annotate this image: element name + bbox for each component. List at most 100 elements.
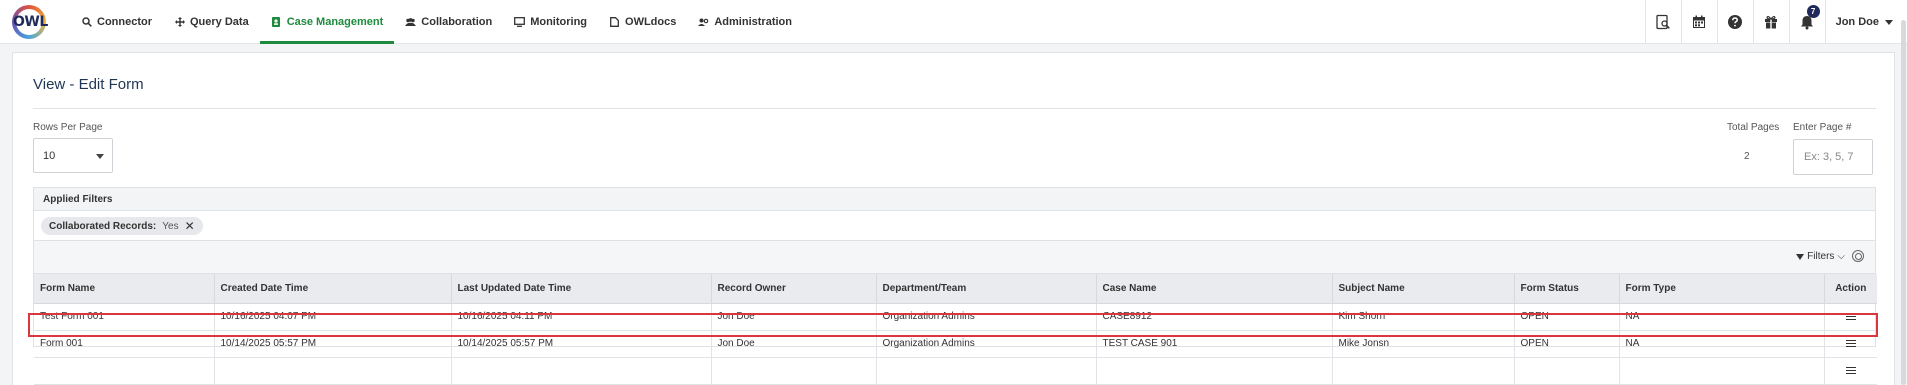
page-title: View - Edit Form bbox=[33, 76, 144, 93]
nav-item-owldocs[interactable]: OWLdocs bbox=[598, 0, 687, 44]
cell-action bbox=[1824, 330, 1877, 358]
report-search-icon bbox=[1656, 14, 1670, 30]
gear-icon[interactable] bbox=[1852, 250, 1864, 262]
nav-item-label: Monitoring bbox=[530, 15, 588, 28]
cell-form-type: NA bbox=[1619, 330, 1825, 358]
user-name: Jon Doe bbox=[1835, 16, 1879, 28]
nav-item-label: Collaboration bbox=[421, 15, 493, 28]
main-nav: Connector Query Data Case Management Col… bbox=[70, 0, 803, 44]
table-row[interactable]: Form 001 10/14/2025 05:57 PM 10/14/2025 … bbox=[34, 330, 1877, 358]
caret-down-icon bbox=[96, 154, 104, 159]
cell-form-name: Test Form 001 bbox=[34, 303, 215, 331]
rows-per-page-value: 10 bbox=[43, 149, 56, 162]
admin-icon bbox=[698, 16, 709, 27]
cell-case-name: TEST CASE 901 bbox=[1096, 330, 1333, 358]
table-row[interactable]: Test Form 001 10/16/2025 04:07 PM 10/16/… bbox=[34, 303, 1877, 331]
nav-item-label: Administration bbox=[714, 15, 792, 28]
applied-filters-chips: Collaborated Records: Yes ✕ bbox=[34, 211, 1875, 241]
table-row[interactable] bbox=[34, 357, 1877, 385]
column-header-subject-name[interactable]: Subject Name bbox=[1332, 274, 1515, 304]
rows-per-page-select[interactable]: 10 bbox=[33, 138, 113, 173]
cell-last-updated-date-time bbox=[451, 357, 712, 385]
cell-subject-name: Mike Jonsn bbox=[1332, 330, 1515, 358]
cell-department-team bbox=[876, 357, 1097, 385]
column-header-case-name[interactable]: Case Name bbox=[1096, 274, 1333, 304]
nav-item-collaboration[interactable]: Collaboration bbox=[394, 0, 503, 44]
hamburger-menu-icon[interactable] bbox=[1845, 339, 1856, 347]
cell-created-date-time: 10/14/2025 05:57 PM bbox=[214, 330, 452, 358]
cell-record-owner: Jon Doe bbox=[711, 303, 877, 331]
cell-form-name: Form 001 bbox=[34, 330, 215, 358]
people-icon bbox=[405, 16, 417, 27]
cell-last-updated-date-time: 10/16/2025 04:11 PM bbox=[451, 303, 712, 331]
table-header-row: Form Name Created Date Time Last Updated… bbox=[34, 274, 1877, 304]
rows-per-page-label: Rows Per Page bbox=[33, 122, 103, 133]
help-icon bbox=[1728, 15, 1743, 29]
total-pages-value: 2 bbox=[1744, 151, 1750, 162]
title-divider bbox=[33, 108, 1876, 109]
column-header-form-type[interactable]: Form Type bbox=[1619, 274, 1825, 304]
nav-item-label: OWLdocs bbox=[625, 15, 677, 28]
cell-form-type: NA bbox=[1619, 303, 1825, 331]
nav-item-connector[interactable]: Connector bbox=[70, 0, 163, 44]
notification-count-badge: 7 bbox=[1806, 5, 1820, 18]
filter-chip-label: Collaborated Records: bbox=[49, 220, 157, 232]
enter-page-input[interactable] bbox=[1793, 139, 1873, 175]
cell-form-status: OPEN bbox=[1514, 330, 1620, 358]
column-header-created-date-time[interactable]: Created Date Time bbox=[214, 274, 452, 304]
page-scrollbar[interactable] bbox=[1901, 20, 1906, 385]
close-icon[interactable]: ✕ bbox=[185, 219, 195, 233]
gift-icon bbox=[1765, 15, 1778, 29]
report-search-button[interactable] bbox=[1644, 0, 1681, 44]
nav-item-administration[interactable]: Administration bbox=[687, 0, 803, 44]
user-menu[interactable]: Jon Doe bbox=[1824, 0, 1907, 44]
person-badge-icon bbox=[271, 16, 282, 27]
cell-record-owner bbox=[711, 357, 877, 385]
cell-form-status: OPEN bbox=[1514, 303, 1620, 331]
chevron-down-icon: ⌵ bbox=[1837, 251, 1845, 262]
search-icon bbox=[81, 16, 92, 27]
applied-filters-panel: Applied Filters Collaborated Records: Ye… bbox=[33, 187, 1877, 385]
filters-button[interactable]: Filters ⌵ bbox=[1796, 251, 1845, 262]
help-button[interactable] bbox=[1716, 0, 1753, 44]
total-pages-label: Total Pages bbox=[1727, 122, 1780, 133]
table-toolbar: Filters ⌵ bbox=[34, 241, 1875, 274]
nav-item-label: Query Data bbox=[190, 15, 249, 28]
column-header-record-owner[interactable]: Record Owner bbox=[711, 274, 877, 304]
cell-record-owner: Jon Doe bbox=[711, 330, 877, 358]
filter-chip-collaborated-records[interactable]: Collaborated Records: Yes ✕ bbox=[41, 217, 203, 235]
hamburger-menu-icon[interactable] bbox=[1845, 312, 1856, 320]
filter-chip-value: Yes bbox=[162, 220, 179, 232]
form-list-card: View - Edit Form Rows Per Page 10 Total … bbox=[12, 52, 1895, 385]
enter-page-label: Enter Page # bbox=[1793, 122, 1852, 133]
column-header-last-updated-date-time[interactable]: Last Updated Date Time bbox=[451, 274, 712, 304]
monitor-icon bbox=[514, 16, 526, 27]
nav-item-monitoring[interactable]: Monitoring bbox=[503, 0, 598, 44]
cell-form-type bbox=[1619, 357, 1825, 385]
notifications-button[interactable]: 7 bbox=[1788, 0, 1825, 44]
cell-case-name bbox=[1096, 357, 1333, 385]
cell-subject-name: Kim Shorn bbox=[1332, 303, 1515, 331]
nav-right-tools: 7 Jon Doe bbox=[1644, 0, 1907, 44]
applied-filters-heading: Applied Filters bbox=[34, 188, 1875, 211]
column-header-department-team[interactable]: Department/Team bbox=[876, 274, 1097, 304]
cell-department-team: Organization Admins bbox=[876, 303, 1097, 331]
cell-action bbox=[1824, 303, 1877, 331]
nav-item-label: Case Management bbox=[286, 15, 384, 28]
hamburger-menu-icon[interactable] bbox=[1845, 366, 1856, 374]
funnel-icon bbox=[1796, 253, 1805, 260]
nav-item-case-management[interactable]: Case Management bbox=[259, 0, 395, 44]
cell-form-name bbox=[34, 357, 215, 385]
cell-action bbox=[1824, 357, 1877, 385]
owl-logo[interactable]: OWL bbox=[10, 3, 54, 41]
cell-last-updated-date-time: 10/14/2025 05:57 PM bbox=[451, 330, 712, 358]
calendar-button[interactable] bbox=[1680, 0, 1717, 44]
nav-item-query-data[interactable]: Query Data bbox=[163, 0, 260, 44]
filters-button-label: Filters bbox=[1807, 251, 1835, 262]
cell-case-name: CASE8912 bbox=[1096, 303, 1333, 331]
column-header-form-name[interactable]: Form Name bbox=[34, 274, 215, 304]
gift-button[interactable] bbox=[1752, 0, 1789, 44]
cell-created-date-time bbox=[214, 357, 452, 385]
move-icon bbox=[174, 16, 185, 27]
column-header-form-status[interactable]: Form Status bbox=[1514, 274, 1620, 304]
